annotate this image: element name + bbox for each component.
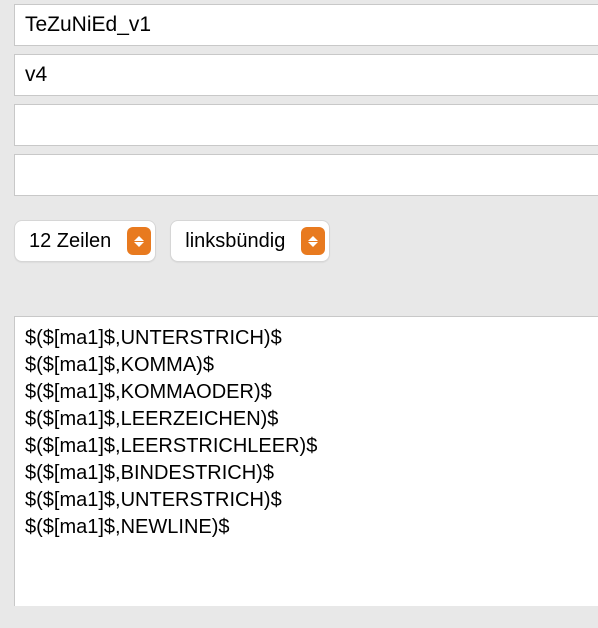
stepper-arrows-icon	[301, 227, 325, 255]
name-field-3[interactable]	[14, 104, 598, 146]
code-textarea-content: $($[ma1]$,UNTERSTRICH)$ $($[ma1]$,KOMMA)…	[25, 325, 588, 541]
alignment-dropdown-label: linksbündig	[185, 230, 285, 253]
chevron-down-icon	[308, 242, 318, 247]
form-container: 12 Zeilen linksbündig $($[ma1]$,UNTERSTR…	[0, 4, 598, 606]
code-textarea[interactable]: $($[ma1]$,UNTERSTRICH)$ $($[ma1]$,KOMMA)…	[14, 316, 598, 606]
lines-dropdown[interactable]: 12 Zeilen	[14, 220, 156, 262]
alignment-dropdown[interactable]: linksbündig	[170, 220, 330, 262]
dropdown-row: 12 Zeilen linksbündig	[14, 220, 598, 268]
name-field-2[interactable]	[14, 54, 598, 96]
lines-dropdown-label: 12 Zeilen	[29, 230, 111, 253]
chevron-up-icon	[308, 236, 318, 241]
name-field-4[interactable]	[14, 154, 598, 196]
name-field-1[interactable]	[14, 4, 598, 46]
chevron-up-icon	[134, 236, 144, 241]
stepper-arrows-icon	[127, 227, 151, 255]
chevron-down-icon	[134, 242, 144, 247]
